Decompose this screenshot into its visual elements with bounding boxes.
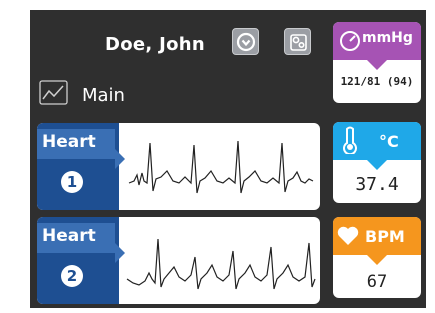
blood-pressure-value: 121/81 (94) xyxy=(340,75,414,88)
settings-button[interactable] xyxy=(284,28,311,55)
blood-pressure-tile[interactable]: mmHg 121/81 (94) xyxy=(333,22,421,103)
ecg-waveform xyxy=(128,140,314,194)
gauge-icon xyxy=(340,31,360,51)
waveform-label: Heart xyxy=(42,226,96,246)
pulse-header: BPM xyxy=(333,217,421,265)
waveform-tag: Heart 1 xyxy=(37,123,125,210)
view-label[interactable]: Main xyxy=(82,85,125,106)
waveform-number-badge: 1 xyxy=(61,171,83,193)
thermometer-icon xyxy=(343,126,357,154)
gears-icon xyxy=(290,34,307,51)
monitor-screen: Doe, John Main Heart 1 Heart 2 mmHg 121/… xyxy=(30,10,426,308)
temperature-unit: °C xyxy=(379,132,399,151)
temperature-value: 37.4 xyxy=(355,174,399,195)
line-chart-icon xyxy=(39,80,68,105)
waveform-panel-2[interactable]: Heart 2 xyxy=(37,217,320,304)
pulse-unit: BPM xyxy=(365,227,405,246)
waveform-panel-1[interactable]: Heart 1 xyxy=(37,123,320,210)
temperature-header: °C xyxy=(333,122,421,170)
blood-pressure-header: mmHg xyxy=(333,22,421,70)
waveform-tag: Heart 2 xyxy=(37,217,125,304)
waveform-number-badge: 2 xyxy=(61,265,83,287)
temperature-tile[interactable]: °C 37.4 xyxy=(333,122,421,203)
blood-pressure-unit: mmHg xyxy=(362,30,413,46)
chevron-down-circle-icon xyxy=(236,32,256,52)
heart-icon xyxy=(337,226,359,245)
patient-dropdown-button[interactable] xyxy=(232,28,259,55)
patient-name: Doe, John xyxy=(105,34,206,55)
pulse-tile[interactable]: BPM 67 xyxy=(333,217,421,298)
pulse-value: 67 xyxy=(366,272,388,292)
waveform-label: Heart xyxy=(42,132,96,152)
ecg-waveform xyxy=(126,238,316,290)
